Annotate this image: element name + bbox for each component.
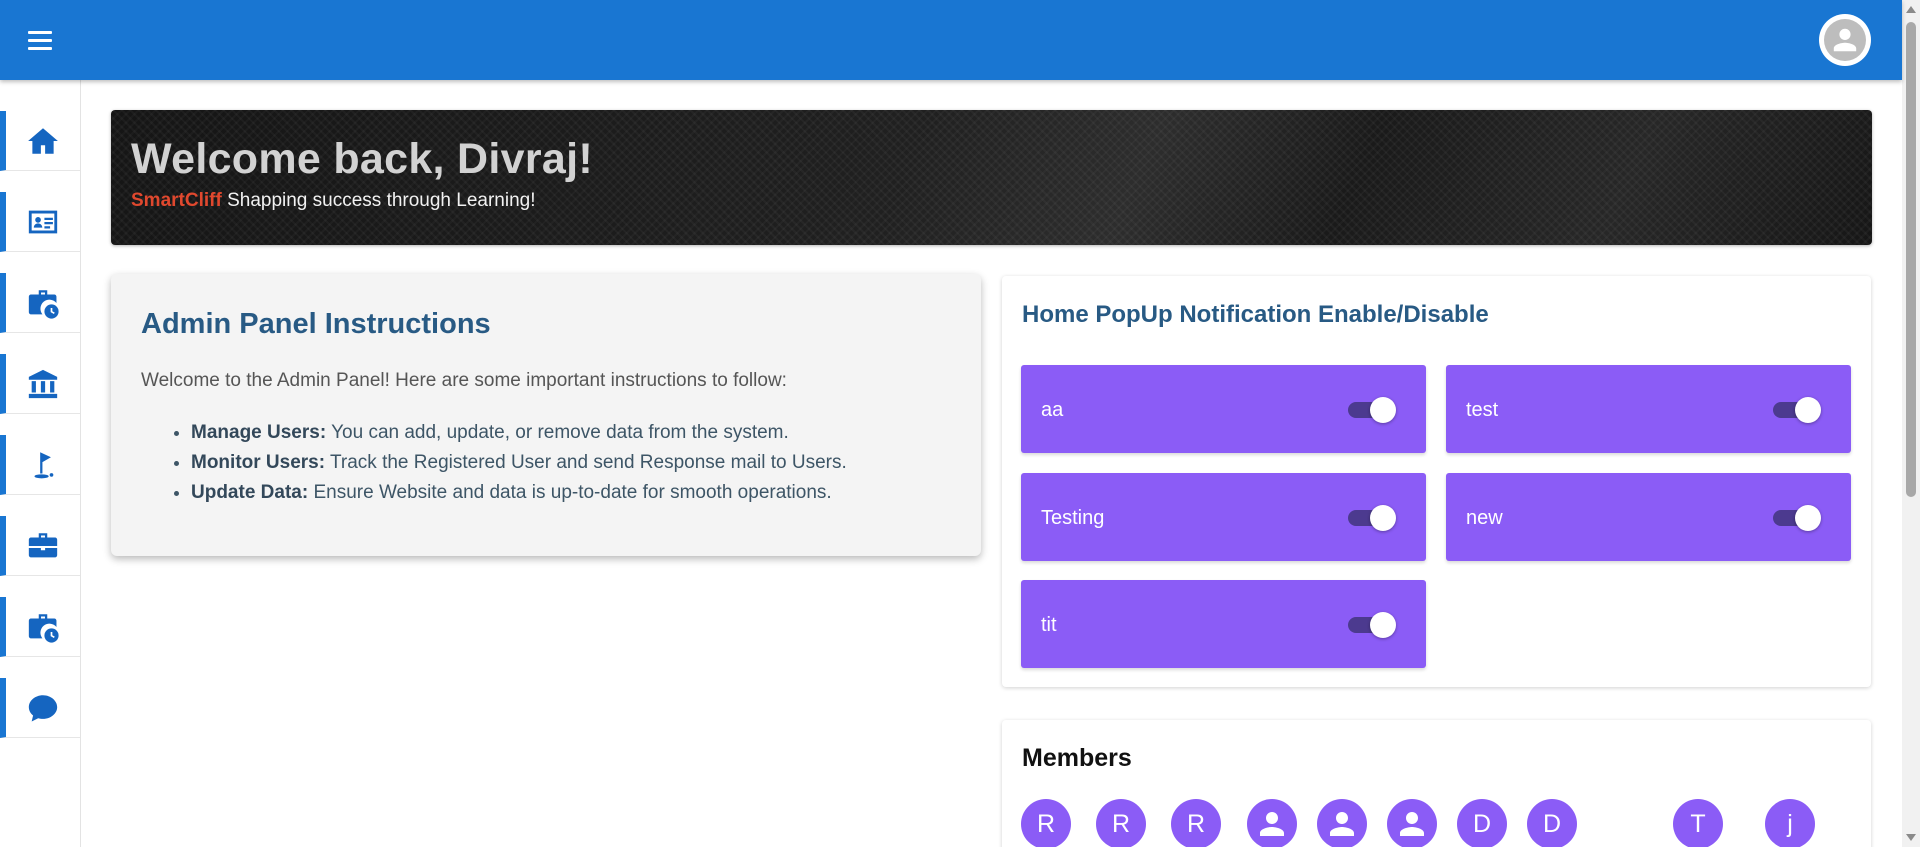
top-app-bar	[0, 0, 1902, 80]
member-avatar[interactable]	[1247, 799, 1297, 847]
sidebar-item-goals[interactable]	[0, 435, 80, 495]
instruction-label: Update Data:	[191, 482, 309, 503]
scroll-up-arrow-icon[interactable]	[1906, 6, 1916, 13]
instruction-text: You can add, update, or remove data from…	[326, 422, 789, 443]
welcome-title: Welcome back, Divraj!	[131, 135, 593, 183]
page-scrollbar[interactable]	[1902, 0, 1920, 847]
notification-toggle[interactable]	[1348, 505, 1396, 531]
scrollbar-thumb[interactable]	[1906, 22, 1916, 497]
briefcase-clock-icon	[28, 289, 59, 319]
instructions-title: Admin Panel Instructions	[141, 308, 491, 340]
admin-instructions-card: Admin Panel Instructions Welcome to the …	[111, 274, 981, 556]
sidebar-item-jobs[interactable]	[0, 273, 80, 333]
notification-tile: new	[1446, 473, 1851, 561]
person-icon	[1400, 812, 1424, 836]
sidebar-item-institution[interactable]	[0, 354, 80, 414]
notification-label: aa	[1041, 399, 1064, 421]
notification-toggle[interactable]	[1773, 397, 1821, 423]
instruction-item: Manage Users: You can add, update, or re…	[191, 418, 847, 448]
instruction-text: Track the Registered User and send Respo…	[325, 452, 847, 473]
member-avatar[interactable]	[1317, 799, 1367, 847]
brand-name: SmartCliff	[131, 190, 222, 211]
person-icon	[1330, 812, 1354, 836]
chat-bubble-icon	[28, 694, 58, 721]
sidebar	[0, 80, 81, 847]
member-avatar[interactable]: T	[1673, 799, 1723, 847]
members-title: Members	[1022, 744, 1132, 772]
person-icon	[1260, 812, 1284, 836]
popup-notification-panel: Home PopUp Notification Enable/Disable a…	[1002, 276, 1871, 687]
notification-tile: test	[1446, 365, 1851, 453]
notification-toggle[interactable]	[1348, 612, 1396, 638]
briefcase-icon	[28, 532, 58, 557]
instruction-label: Manage Users:	[191, 422, 327, 443]
notification-label: new	[1466, 507, 1503, 529]
member-avatar[interactable]: R	[1096, 799, 1146, 847]
member-avatar[interactable]: R	[1021, 799, 1071, 847]
notification-toggle[interactable]	[1773, 505, 1821, 531]
briefcase-clock-icon	[28, 613, 59, 643]
instruction-text: Ensure Website and data is up-to-date fo…	[308, 482, 832, 503]
notification-label: test	[1466, 399, 1499, 421]
instructions-list: Manage Users: You can add, update, or re…	[191, 418, 847, 508]
menu-icon[interactable]	[22, 24, 58, 56]
scroll-down-arrow-icon[interactable]	[1906, 834, 1916, 841]
member-avatar[interactable]: D	[1457, 799, 1507, 847]
welcome-banner: Welcome back, Divraj! SmartCliff Shappin…	[111, 110, 1872, 245]
golf-flag-icon	[34, 451, 54, 478]
home-icon	[28, 127, 58, 154]
sidebar-item-profile[interactable]	[0, 192, 80, 252]
bank-icon	[28, 369, 58, 398]
sidebar-item-careers[interactable]	[0, 516, 80, 576]
member-avatar[interactable]: j	[1765, 799, 1815, 847]
instruction-item: Update Data: Ensure Website and data is …	[191, 478, 847, 508]
notification-tile: aa	[1021, 365, 1426, 453]
instruction-item: Monitor Users: Track the Registered User…	[191, 448, 847, 478]
member-avatar[interactable]: D	[1527, 799, 1577, 847]
banner-tagline: SmartCliff Shapping success through Lear…	[131, 190, 536, 212]
instructions-intro: Welcome to the Admin Panel! Here are som…	[141, 370, 787, 391]
notification-tile: tit	[1021, 580, 1426, 668]
tagline-text: Shapping success through Learning!	[221, 190, 536, 211]
member-avatar[interactable]	[1387, 799, 1437, 847]
notification-panel-title: Home PopUp Notification Enable/Disable	[1022, 301, 1489, 328]
notification-label: Testing	[1041, 507, 1105, 529]
notification-toggle[interactable]	[1348, 397, 1396, 423]
account-button[interactable]	[1819, 14, 1871, 66]
instruction-label: Monitor Users:	[191, 452, 326, 473]
members-card: Members R R R D D T j	[1002, 720, 1871, 847]
account-circle-icon	[1824, 19, 1866, 61]
sidebar-item-home[interactable]	[0, 111, 80, 171]
member-avatar[interactable]: R	[1171, 799, 1221, 847]
id-card-icon	[28, 210, 58, 233]
sidebar-item-messages[interactable]	[0, 678, 80, 738]
sidebar-item-schedule[interactable]	[0, 597, 80, 657]
notification-tile: Testing	[1021, 473, 1426, 561]
notification-label: tit	[1041, 614, 1057, 636]
